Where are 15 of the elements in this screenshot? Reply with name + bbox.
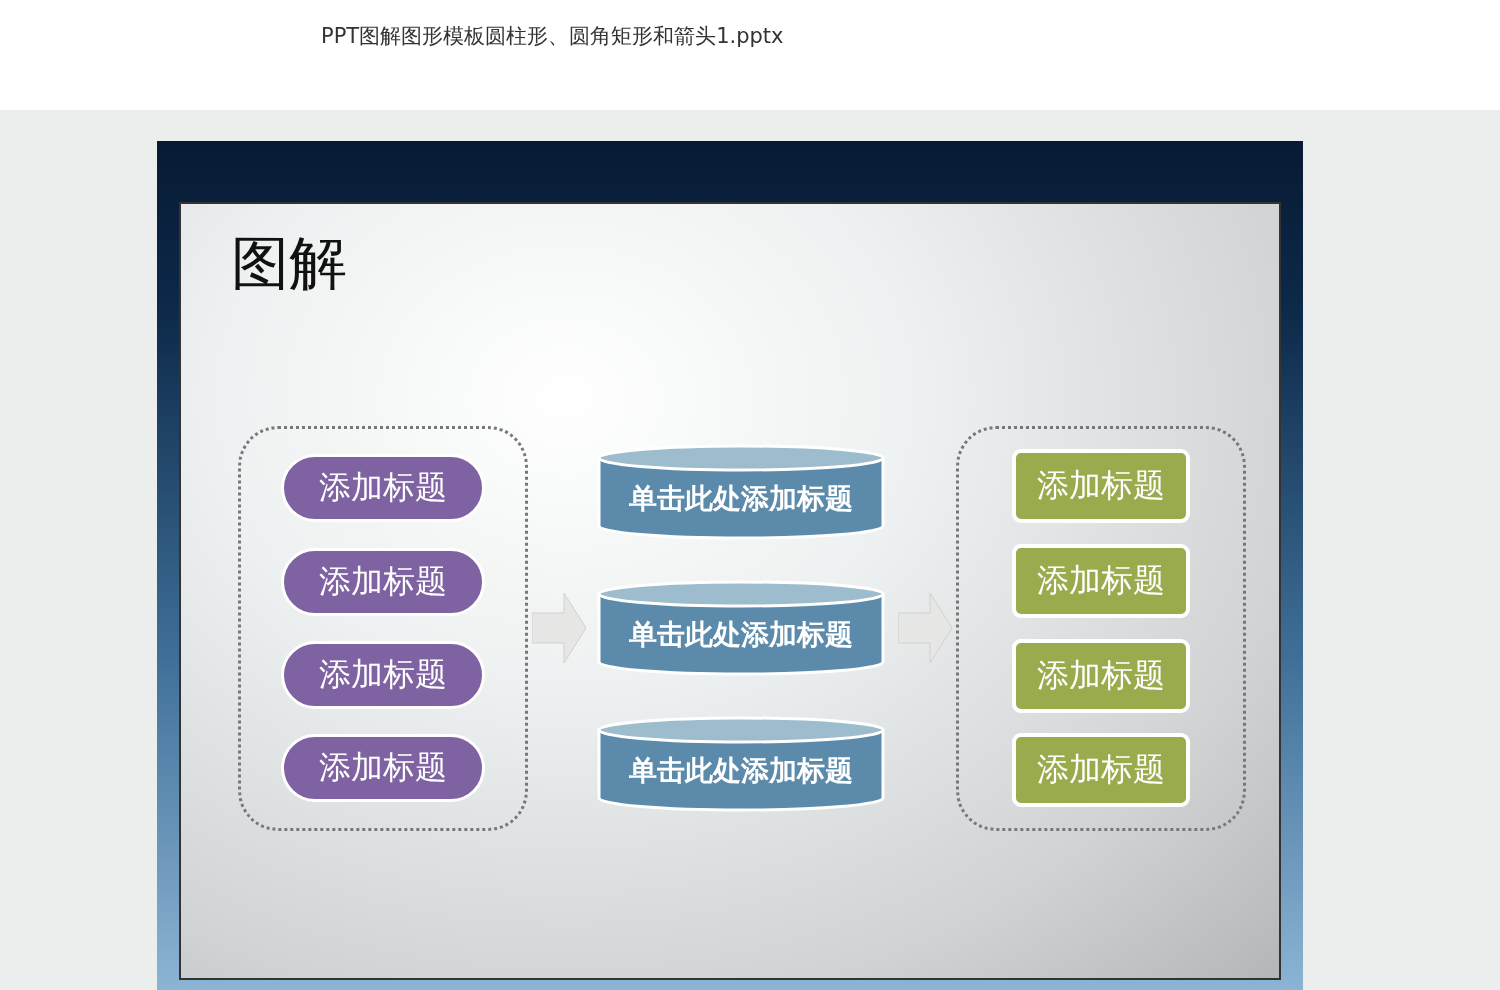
rounded-label: 添加标题 <box>281 454 485 523</box>
rounded-label: 添加标题 <box>281 734 485 803</box>
rounded-label: 添加标题 <box>1012 449 1190 524</box>
rounded-label: 添加标题 <box>1012 544 1190 618</box>
rounded-label: 添加标题 <box>281 547 485 616</box>
slide-title: 图解 <box>231 232 347 296</box>
right-arrow-icon <box>532 593 586 664</box>
rounded-label: 添加标题 <box>1012 638 1190 713</box>
cylinder-label: 单击此处添加标题 <box>628 753 854 790</box>
cylinder-label: 单击此处添加标题 <box>628 617 854 654</box>
rounded-label: 添加标题 <box>281 640 485 709</box>
rounded-label: 添加标题 <box>1012 733 1190 808</box>
cylinder-label: 单击此处添加标题 <box>628 481 854 518</box>
right-arrow-icon <box>898 593 952 664</box>
document-title: PPT图解图形模板圆柱形、圆角矩形和箭头1.pptx <box>321 23 784 50</box>
